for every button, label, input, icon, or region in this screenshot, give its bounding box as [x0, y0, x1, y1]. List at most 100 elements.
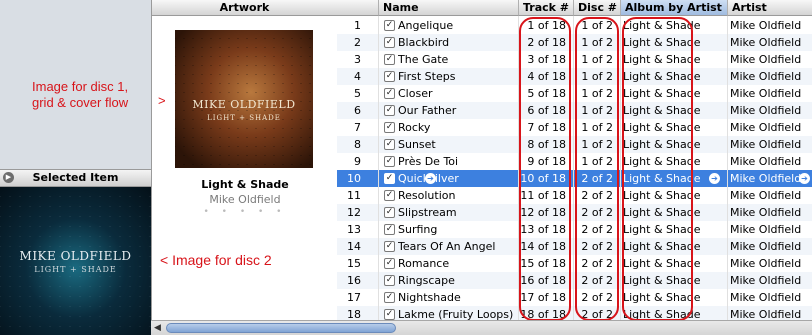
album-title: Light & Shade: [201, 178, 289, 191]
album-artist: Mike Oldfield: [209, 193, 281, 206]
artist-name: Mike Oldfield: [730, 53, 802, 66]
row-number: 10: [347, 172, 361, 185]
selected-cover-subtitle: LIGHT + SHADE: [34, 265, 117, 274]
artist-name: Mike Oldfield: [730, 155, 802, 168]
row-checkbox[interactable]: ✓: [384, 37, 395, 48]
track-name: Quicksilver: [398, 170, 518, 187]
artist-name: Mike Oldfield: [730, 87, 802, 100]
column-header-artwork[interactable]: Artwork: [151, 0, 337, 16]
pagination-dots: • • • • •: [203, 207, 287, 217]
row-number: 9: [354, 155, 361, 168]
horizontal-scrollbar[interactable]: ◀: [151, 320, 812, 335]
column-divider: [573, 16, 574, 320]
annotation-disc1-line1: Image for disc 1,: [32, 79, 129, 94]
row-number: 13: [347, 223, 361, 236]
album-artwork[interactable]: MIKE OLDFIELD LIGHT + SHADE: [175, 30, 313, 168]
track-name: Près De Toi: [398, 155, 459, 168]
row-number: 16: [347, 274, 361, 287]
artist-name: Mike Oldfield: [730, 291, 802, 304]
row-checkbox[interactable]: ✓: [384, 20, 395, 31]
row-checkbox[interactable]: ✓: [384, 173, 395, 184]
row-number: 3: [354, 53, 361, 66]
track-name: Rocky: [398, 121, 431, 134]
track-name: Ringscape: [398, 274, 455, 287]
row-checkbox[interactable]: ✓: [384, 207, 395, 218]
row-number: 7: [354, 121, 361, 134]
track-name: Slipstream: [398, 206, 457, 219]
track-name: Our Father: [398, 104, 457, 117]
scrollbar-thumb[interactable]: [166, 323, 396, 333]
column-header-album-by-artist[interactable]: Album by Artist: [621, 0, 728, 16]
row-checkbox[interactable]: ✓: [384, 71, 395, 82]
artist-name: Mike Oldfield: [730, 240, 802, 253]
track-name: Resolution: [398, 189, 456, 202]
artist-name: Mike Oldfield: [730, 189, 802, 202]
track-name: Surfing: [398, 223, 438, 236]
row-number: 12: [347, 206, 361, 219]
go-to-album-arrow-icon[interactable]: ➔: [709, 173, 720, 184]
selected-cover-title: MIKE OLDFIELD: [19, 249, 132, 263]
selected-item-label: Selected Item: [32, 171, 119, 184]
selected-item-header[interactable]: ▶ Selected Item: [0, 169, 151, 187]
row-checkbox[interactable]: ✓: [384, 54, 395, 65]
column-header-track[interactable]: Track #: [519, 0, 574, 16]
scroll-left-arrow-icon[interactable]: ◀: [154, 323, 161, 333]
row-checkbox[interactable]: ✓: [384, 139, 395, 150]
row-checkbox[interactable]: ✓: [384, 309, 395, 320]
artist-name: Mike Oldfield: [730, 70, 802, 83]
track-name: Tears Of An Angel: [398, 240, 496, 253]
track-name: Blackbird: [398, 36, 450, 49]
row-checkbox[interactable]: ✓: [384, 122, 395, 133]
selected-item-artwork[interactable]: MIKE OLDFIELD LIGHT + SHADE: [0, 187, 151, 335]
artist-name: Mike Oldfield: [730, 223, 802, 236]
row-number: 4: [354, 70, 361, 83]
track-name: First Steps: [398, 70, 456, 83]
artist-name: Mike Oldfield: [730, 19, 802, 32]
disc-column-highlight: [575, 17, 619, 321]
row-checkbox[interactable]: ✓: [384, 88, 395, 99]
annotation-disc2: < Image for disc 2: [160, 252, 272, 268]
row-number: 1: [354, 19, 361, 32]
column-header-name[interactable]: Name: [379, 0, 519, 16]
toggle-artwork-icon[interactable]: ▶: [3, 172, 14, 183]
row-checkbox[interactable]: ✓: [384, 224, 395, 235]
row-number: 5: [354, 87, 361, 100]
row-number: 2: [354, 36, 361, 49]
row-number: 17: [347, 291, 361, 304]
column-header-disc[interactable]: Disc #: [574, 0, 621, 16]
row-checkbox[interactable]: ✓: [384, 292, 395, 303]
column-divider: [378, 16, 379, 320]
go-to-artist-arrow-icon[interactable]: ➔: [799, 173, 810, 184]
artwork-column: MIKE OLDFIELD LIGHT + SHADE Light & Shad…: [151, 16, 338, 320]
track-column-highlight: [519, 17, 571, 321]
track-name: Nightshade: [398, 291, 461, 304]
row-checkbox[interactable]: ✓: [384, 275, 395, 286]
row-number: 8: [354, 138, 361, 151]
row-number: 15: [347, 257, 361, 270]
track-name: The Gate: [398, 53, 449, 66]
row-checkbox[interactable]: ✓: [384, 105, 395, 116]
go-to-track-arrow-icon[interactable]: ➔: [425, 173, 436, 184]
artist-name: Mike Oldfield: [730, 36, 802, 49]
column-header-number[interactable]: [337, 0, 379, 16]
column-divider: [620, 16, 621, 320]
row-checkbox[interactable]: ✓: [384, 190, 395, 201]
artist-name: Mike Oldfield: [730, 206, 802, 219]
cover-title: MIKE OLDFIELD: [192, 98, 296, 111]
cover-subtitle: LIGHT + SHADE: [207, 114, 281, 122]
album-column-highlight: [622, 17, 693, 321]
track-name: Sunset: [398, 138, 436, 151]
row-checkbox[interactable]: ✓: [384, 156, 395, 167]
artist-name: Mike Oldfield: [730, 138, 802, 151]
track-name: Angelique: [398, 19, 454, 32]
row-number: 6: [354, 104, 361, 117]
artist-name: Mike Oldfield: [730, 257, 802, 270]
row-number: 11: [347, 189, 361, 202]
column-header-artist[interactable]: Artist: [728, 0, 812, 16]
artist-name: Mike Oldfield: [730, 121, 802, 134]
track-name: Romance: [398, 257, 450, 270]
row-checkbox[interactable]: ✓: [384, 258, 395, 269]
sidebar: Image for disc 1, grid & cover flow ▶ Se…: [0, 0, 151, 335]
row-number: 14: [347, 240, 361, 253]
row-checkbox[interactable]: ✓: [384, 241, 395, 252]
